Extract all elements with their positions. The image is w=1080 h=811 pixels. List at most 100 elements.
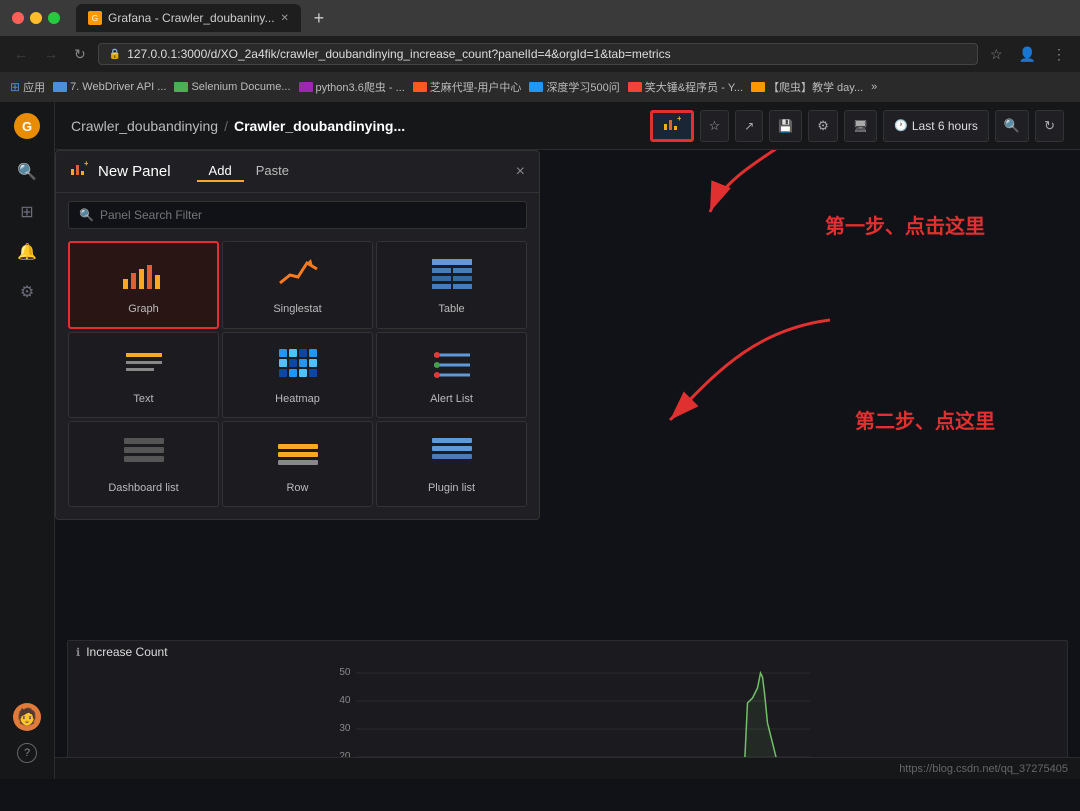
share-button[interactable]: ↗ (735, 110, 763, 142)
back-button[interactable]: ← (10, 44, 32, 64)
svg-text:+: + (677, 116, 681, 123)
bookmark-webdriver[interactable]: 7. WebDriver API ... (53, 81, 166, 93)
responsive-button[interactable]: 🖥 (844, 110, 877, 142)
tab-close-icon[interactable]: ✕ (281, 13, 289, 24)
star-button[interactable]: ☆ (700, 110, 730, 142)
sidebar-item-config[interactable]: ⚙ (7, 274, 47, 310)
modal-header: + New Panel Add Paste × (56, 151, 539, 193)
text-label: Text (133, 393, 153, 405)
sidebar-item-dashboards[interactable]: ⊞ (7, 194, 47, 230)
modal-close-button[interactable]: × (516, 163, 525, 181)
svg-text:50: 50 (339, 667, 351, 678)
time-range-label: Last 6 hours (912, 119, 978, 133)
close-button[interactable] (12, 12, 24, 24)
svg-text:30: 30 (339, 723, 351, 734)
panel-item-graph[interactable]: Graph (68, 241, 219, 329)
main-content: Crawler_doubandinying / Crawler_doubandi… (55, 102, 1080, 779)
dashboard-list-label: Dashboard list (108, 482, 178, 494)
tab-favicon: G (88, 11, 102, 25)
tab-add[interactable]: Add (197, 161, 244, 182)
menu-icon[interactable]: ⋮ (1048, 44, 1070, 65)
header-actions: + ☆ ↗ 💾 ⚙ 🖥 (650, 110, 1064, 142)
chart-info-icon[interactable]: ℹ (76, 646, 80, 659)
panel-item-table[interactable]: Table (376, 241, 527, 329)
bookmark-apps[interactable]: ⊞ 应用 (10, 79, 45, 95)
search-box[interactable]: 🔍 (68, 201, 527, 229)
sidebar-item-search[interactable]: 🔍 (7, 154, 47, 190)
chart-svg: 50 40 30 20 10 0 14:00 15:00 1 (68, 663, 1067, 757)
bookmark-selenium[interactable]: Selenium Docume... (174, 81, 290, 93)
add-panel-button[interactable]: + (650, 110, 694, 142)
title-bar: G Grafana - Crawler_doubaniny... ✕ + (0, 0, 1080, 36)
panel-item-row[interactable]: Row (222, 421, 373, 507)
panel-item-singlestat[interactable]: Singlestat (222, 241, 373, 329)
dashboards-icon: ⊞ (20, 202, 33, 222)
traffic-lights (12, 12, 60, 24)
bookmark-deeplearn[interactable]: 深度学习500问 (529, 79, 619, 95)
settings-icon: ⚙ (817, 118, 829, 134)
bookmark-more[interactable]: » (871, 81, 877, 93)
bar-chart-add-icon: + (663, 116, 681, 132)
step2-arrow (650, 300, 850, 440)
refresh-button[interactable]: ↻ (1035, 110, 1064, 142)
search-icon: 🔍 (79, 208, 94, 222)
clock-icon: 🕐 (894, 119, 908, 132)
url-box[interactable]: 🔒 127.0.0.1:3000/d/XO_2a4fik/crawler_dou… (98, 43, 978, 65)
svg-text:20: 20 (339, 751, 351, 757)
dashboard-list-icon (121, 434, 167, 476)
bookmark-python[interactable]: python3.6爬虫 - ... (299, 79, 405, 95)
bookmark-paichong[interactable]: 【爬虫】教学 day... (751, 79, 863, 95)
grafana-app: G 🔍 ⊞ 🔔 ⚙ 🧑 ? Crawler_doubandiny (0, 102, 1080, 779)
reload-button[interactable]: ↻ (70, 44, 90, 65)
active-tab[interactable]: G Grafana - Crawler_doubaniny... ✕ (76, 4, 301, 32)
panel-item-text[interactable]: Text (68, 332, 219, 418)
search-input[interactable] (100, 208, 516, 222)
status-url: https://blog.csdn.net/qq_37275405 (899, 763, 1068, 775)
breadcrumb-root[interactable]: Crawler_doubandinying (71, 118, 218, 134)
bookmark-icon[interactable]: ☆ (986, 44, 1007, 65)
alert-list-icon (429, 345, 475, 387)
minimize-button[interactable] (30, 12, 42, 24)
sidebar-item-alerts[interactable]: 🔔 (7, 234, 47, 270)
panel-item-heatmap[interactable]: Heatmap (222, 332, 373, 418)
time-range-picker[interactable]: 🕐 Last 6 hours (883, 110, 989, 142)
grafana-logo[interactable]: G (11, 110, 43, 142)
lock-icon: 🔒 (109, 49, 121, 60)
profile-icon[interactable]: 👤 (1015, 44, 1040, 65)
plugin-list-icon (429, 434, 475, 476)
breadcrumb-current: Crawler_doubandinying... (234, 118, 405, 134)
panel-item-plugin-list[interactable]: Plugin list (376, 421, 527, 507)
url-text: 127.0.0.1:3000/d/XO_2a4fik/crawler_douba… (127, 47, 670, 61)
bookmark-zhima[interactable]: 芝麻代理-用户中心 (413, 79, 522, 95)
new-panel-modal: + New Panel Add Paste × 🔍 (55, 150, 540, 520)
tab-title: Grafana - Crawler_doubaniny... (108, 11, 275, 25)
modal-tabs: Add Paste (197, 161, 301, 182)
maximize-button[interactable] (48, 12, 60, 24)
refresh-icon: ↻ (1044, 118, 1055, 134)
address-bar: ← → ↻ 🔒 127.0.0.1:3000/d/XO_2a4fik/crawl… (0, 36, 1080, 72)
panel-item-dashboard-list[interactable]: Dashboard list (68, 421, 219, 507)
save-icon: 💾 (778, 119, 793, 133)
singlestat-label: Singlestat (273, 303, 321, 315)
left-sidebar: G 🔍 ⊞ 🔔 ⚙ 🧑 ? (0, 102, 55, 779)
graph-icon (121, 255, 167, 297)
plugin-list-label: Plugin list (428, 482, 475, 494)
sidebar-item-help[interactable]: ? (7, 735, 47, 771)
breadcrumb-separator: / (224, 118, 228, 134)
settings-button[interactable]: ⚙ (808, 110, 838, 142)
panel-item-alert-list[interactable]: Alert List (376, 332, 527, 418)
status-bar: https://blog.csdn.net/qq_37275405 (55, 757, 1080, 779)
avatar-image: 🧑 (17, 707, 37, 727)
grafana-logo-svg: G (13, 112, 41, 140)
new-tab-button[interactable]: + (307, 6, 331, 30)
text-icon (121, 345, 167, 387)
save-button[interactable]: 💾 (769, 110, 802, 142)
avatar[interactable]: 🧑 (13, 703, 41, 731)
bookmark-youtube[interactable]: 笑大锤&程序员 - Y... (628, 79, 743, 95)
svg-text:+: + (84, 161, 88, 168)
breadcrumb: Crawler_doubandinying / Crawler_doubandi… (71, 118, 642, 134)
alert-list-label: Alert List (430, 393, 473, 405)
forward-button[interactable]: → (40, 44, 62, 64)
tab-paste[interactable]: Paste (244, 161, 301, 182)
search-button[interactable]: 🔍 (995, 110, 1029, 142)
